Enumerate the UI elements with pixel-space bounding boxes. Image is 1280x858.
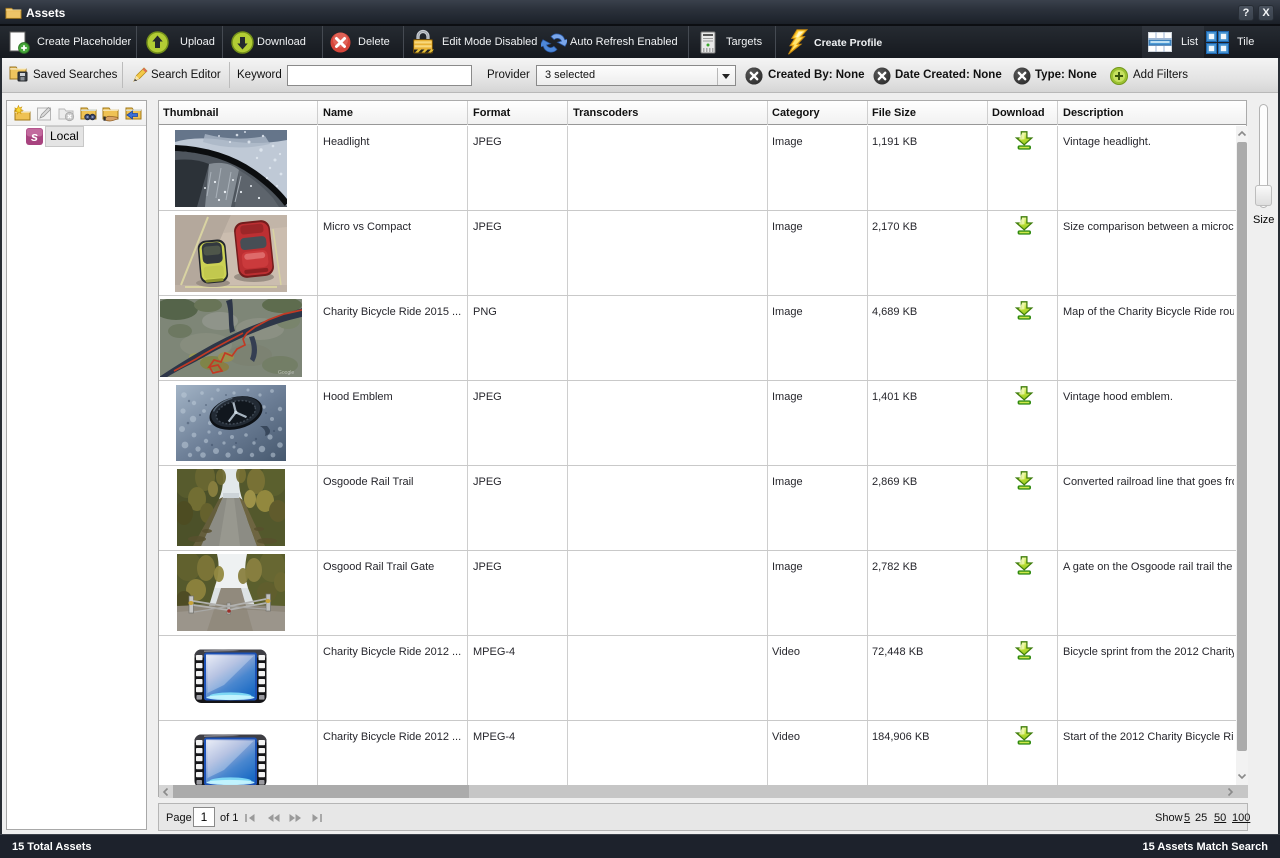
- svg-text:Google: Google: [278, 370, 294, 376]
- svg-text:s: s: [31, 129, 38, 144]
